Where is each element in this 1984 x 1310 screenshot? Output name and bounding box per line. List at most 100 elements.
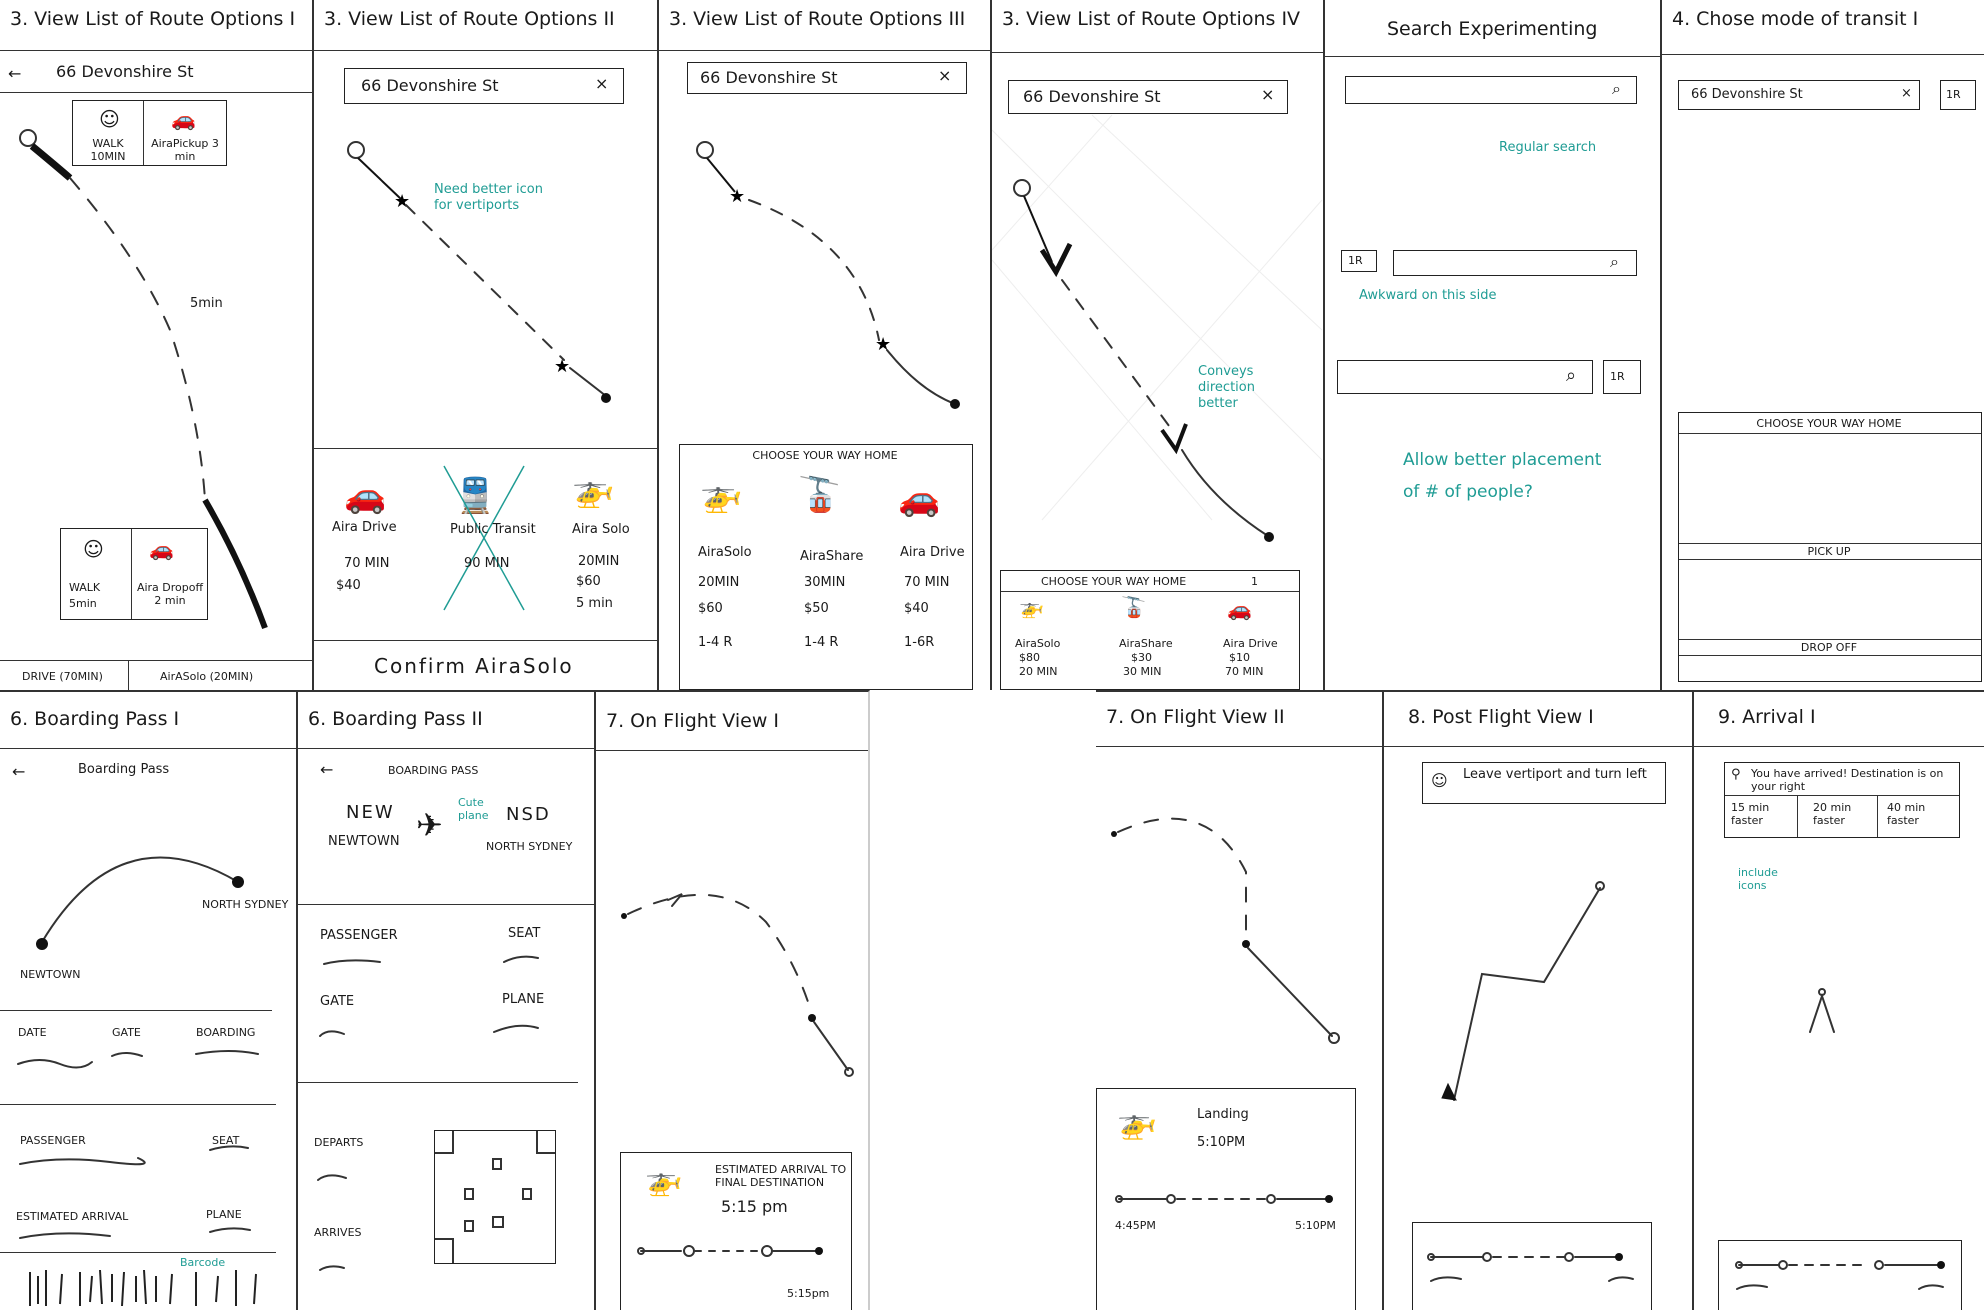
confirm-button[interactable]: Confirm AiraSolo: [374, 654, 574, 678]
option-solo-name[interactable]: AiraSolo: [1015, 637, 1060, 650]
frame-title: Search Experimenting: [1387, 18, 1598, 40]
end-time: 5:10PM: [1295, 1219, 1336, 1232]
svg-text:★: ★: [554, 356, 570, 377]
walker-icon: ☺: [83, 537, 104, 561]
people-select-left[interactable]: 1R: [1341, 250, 1377, 272]
sketch-boarding-pass-1: 6. Boarding Pass I ← Boarding Pass NORTH…: [0, 690, 298, 1310]
option-transit-name[interactable]: Public Transit: [450, 522, 536, 538]
sketch-route-options-4: 3. View List of Route Options IV 66 Devo…: [992, 0, 1325, 690]
search-field-right[interactable]: ⌕: [1393, 250, 1637, 276]
option-solo-price: $80: [1019, 651, 1040, 664]
option-solo-name[interactable]: Aira Solo: [572, 522, 630, 538]
shuttle-icon: 🚡: [798, 475, 841, 515]
clear-icon[interactable]: ×: [1901, 86, 1912, 102]
car-icon: 🚗: [149, 537, 174, 561]
option-solo-time: 20MIN: [578, 554, 620, 569]
address-text: 66 Devonshire St: [1691, 87, 1803, 102]
sketch-search-experimenting: Search Experimenting ⌕ Regular search 1R…: [1325, 0, 1662, 690]
annotation-vertiport-icon: Need better icon for vertiports: [434, 182, 543, 213]
option-drive-seats: 1-6R: [904, 635, 935, 650]
choose-way-home-panel: CHOOSE YOUR WAY HOME 🚁 AiraSolo 20MIN $6…: [679, 444, 973, 690]
frame-title: 4. Chose mode of transit I: [1672, 8, 1919, 30]
option-solo-seats: 1-4 R: [698, 635, 733, 650]
search-field-left[interactable]: ⌕: [1337, 360, 1593, 394]
tab-drive[interactable]: DRIVE (70MIN): [22, 670, 103, 683]
dropoff-option-card[interactable]: ☺ WALK 5min 🚗 Aira Dropoff 2 min: [60, 528, 208, 620]
people-count: 1R: [1348, 254, 1363, 267]
pickup-option-label: AiraPickup 3 min: [151, 137, 219, 163]
panel-title: CHOOSE YOUR WAY HOME: [1041, 575, 1187, 588]
sketch-choose-transit: 4. Chose mode of transit I 66 Devonshire…: [1662, 0, 1984, 690]
choose-way-home-panel: CHOOSE YOUR WAY HOME PICK UP DROP OFF: [1678, 412, 1982, 682]
panel-title: CHOOSE YOUR WAY HOME: [1756, 417, 1902, 430]
progress-track: [1735, 1260, 1945, 1290]
search-icon[interactable]: ⌕: [1612, 79, 1621, 99]
annotation-awkward: Awkward on this side: [1359, 288, 1497, 303]
option-drive-time: 70 MIN: [1225, 665, 1264, 678]
progress-card: [1718, 1240, 1962, 1310]
search-icon[interactable]: ⌕: [1610, 252, 1619, 272]
aircraft-icon: 🚁: [1019, 595, 1044, 619]
sketch-route-options-2: 3. View List of Route Options II 66 Devo…: [314, 0, 659, 690]
option-solo-price: $60: [576, 574, 601, 589]
walk-time: 5min: [69, 597, 97, 610]
arrival-time: 5:15pm: [787, 1287, 830, 1300]
address-search-field[interactable]: 66 Devonshire St ×: [1678, 80, 1920, 110]
sketch-arrival: 9. Arrival I ⚲ You have arrived! Destina…: [1694, 690, 1984, 1310]
option-transit-time: 90 MIN: [464, 556, 510, 571]
walker-icon: ☺: [99, 107, 120, 131]
search-field-regular[interactable]: ⌕: [1345, 76, 1637, 104]
option-drive-price: $40: [904, 601, 929, 616]
car-icon: 🚗: [1227, 597, 1252, 621]
option-share-price: $50: [804, 601, 829, 616]
option-drive-name[interactable]: Aira Drive: [332, 520, 397, 536]
people-count: 1R: [1946, 88, 1961, 101]
option-solo-price: $60: [698, 601, 723, 616]
walk-option-label: WALK 10MIN: [90, 137, 126, 163]
eta-card: 🚁 ESTIMATED ARRIVAL TO FINAL DESTINATION…: [620, 1152, 852, 1310]
option-solo-time: 20 MIN: [1019, 665, 1058, 678]
choose-way-home-panel: CHOOSE YOUR WAY HOME 1 🚁 AiraSolo $80 20…: [1000, 570, 1300, 690]
option-drive-time: 70 MIN: [344, 556, 390, 571]
car-icon: 🚗: [171, 107, 196, 131]
dropoff-label[interactable]: DROP OFF: [1679, 641, 1979, 654]
people-select-right[interactable]: 1R: [1603, 360, 1641, 394]
annotation-direction: Conveys direction better: [1198, 364, 1255, 411]
option-drive-name[interactable]: Aira Drive: [1223, 637, 1278, 650]
search-icon[interactable]: ⌕: [1566, 365, 1576, 386]
people-count-select[interactable]: 1: [1251, 575, 1258, 588]
option-share-price: $30: [1131, 651, 1152, 664]
walk-option-card[interactable]: WALK 10MIN AiraPickup 3 min ☺ 🚗: [72, 100, 227, 166]
svg-text:★: ★: [729, 186, 745, 207]
aircraft-icon: 🚁: [572, 470, 615, 510]
sketch-route-options-1: 3. View List of Route Options I ← 66 Dev…: [0, 0, 314, 690]
start-time: 4:45PM: [1115, 1219, 1156, 1232]
option-solo-time: 20MIN: [698, 575, 740, 590]
pickup-label[interactable]: PICK UP: [1679, 545, 1979, 558]
sketch-route-options-3: 3. View List of Route Options III 66 Dev…: [659, 0, 992, 690]
arrives-label: ARRIVES: [314, 1226, 362, 1239]
departs-label: DEPARTS: [314, 1136, 364, 1149]
progress-card: [1412, 1222, 1652, 1310]
landing-card: 🚁 Landing 5:10PM 4:45PM 5:10PM: [1096, 1088, 1356, 1310]
dropoff-label: Aira Dropoff 2 min: [136, 581, 204, 607]
annotation-placement: Allow better placement of # of people?: [1403, 450, 1602, 502]
walking-map: [1441, 881, 1605, 1101]
option-share-time: 30MIN: [804, 575, 846, 590]
people-select[interactable]: 1R: [1940, 80, 1976, 110]
tab-airasolo[interactable]: AirASolo (20MIN): [160, 670, 253, 683]
option-drive-name[interactable]: Aira Drive: [900, 545, 965, 561]
walk-label: WALK: [69, 581, 101, 594]
people-count: 1R: [1610, 370, 1625, 383]
sketch-boarding-pass-2: 6. Boarding Pass II ← BOARDING PASS NEW …: [298, 690, 596, 1310]
aircraft-icon: 🚁: [700, 475, 743, 515]
option-share-name[interactable]: AiraShare: [800, 549, 863, 565]
route-map: ★ ★: [347, 141, 611, 403]
option-solo-walk: 5 min: [576, 596, 613, 611]
car-icon: 🚗: [898, 479, 941, 519]
option-share-name[interactable]: AiraShare: [1119, 637, 1173, 650]
option-share-time: 30 MIN: [1123, 665, 1162, 678]
sketch-on-flight-2: 7. On Flight View II 🚁 Landing 5:10PM 4:…: [1096, 690, 1384, 1310]
sketch-post-flight: 8. Post Flight View I ☺ Leave vertiport …: [1384, 690, 1694, 1310]
option-solo-name[interactable]: AiraSolo: [698, 545, 752, 561]
